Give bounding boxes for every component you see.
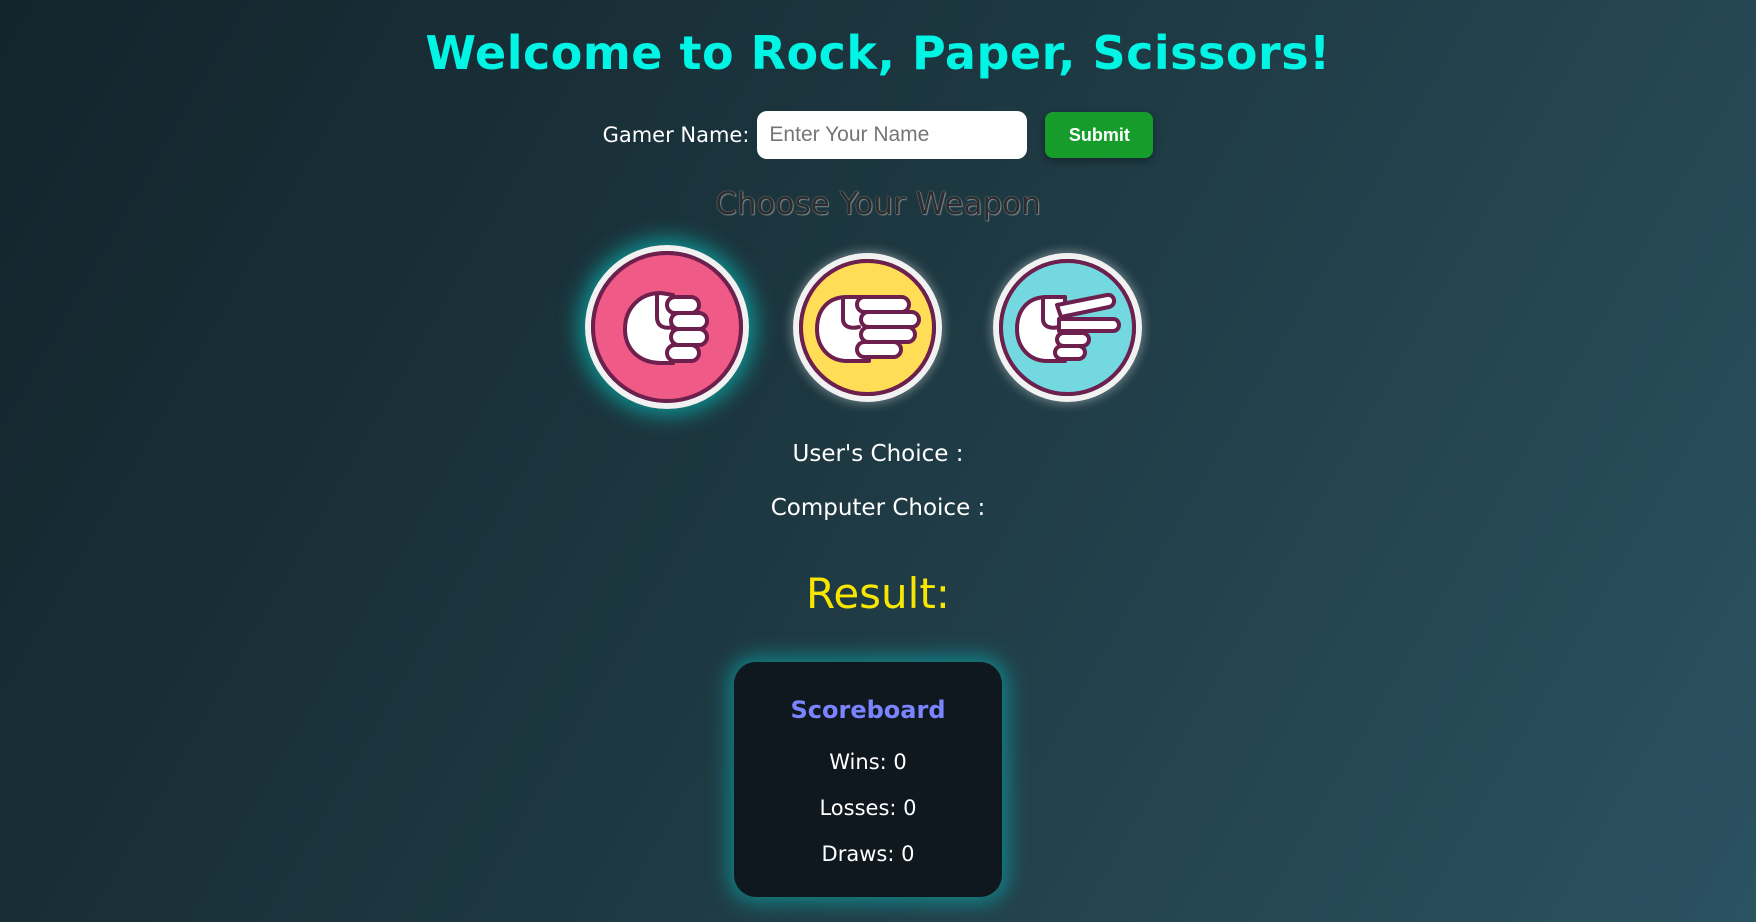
scoreboard-title: Scoreboard [790, 696, 946, 724]
page-title: Welcome to Rock, Paper, Scissors! [425, 26, 1331, 80]
submit-button[interactable]: Submit [1045, 112, 1154, 158]
choose-weapon-heading: Choose Your Weapon [715, 186, 1041, 222]
scissors-circle [999, 259, 1136, 396]
gamer-name-label: Gamer Name: [602, 123, 750, 147]
result-text: Result: [806, 569, 950, 618]
rock-fist-icon [623, 291, 709, 365]
wins-count: Wins: 0 [829, 750, 907, 774]
scissors-hand-icon [1014, 292, 1121, 363]
rock-button[interactable] [585, 245, 749, 409]
scissors-button[interactable] [993, 253, 1142, 402]
paper-circle [799, 259, 936, 396]
paper-button[interactable] [793, 253, 942, 402]
user-choice-text: User's Choice : [792, 441, 964, 467]
gamer-name-input[interactable] [757, 111, 1028, 159]
draws-count: Draws: 0 [821, 842, 915, 866]
gamer-name-form: Gamer Name: Submit [0, 111, 1756, 159]
losses-count: Losses: 0 [819, 796, 917, 820]
scoreboard-panel: Scoreboard Wins: 0 Losses: 0 Draws: 0 [734, 662, 1002, 897]
paper-hand-icon [814, 294, 921, 363]
rock-circle [591, 251, 743, 403]
computer-choice-text: Computer Choice : [770, 495, 986, 521]
